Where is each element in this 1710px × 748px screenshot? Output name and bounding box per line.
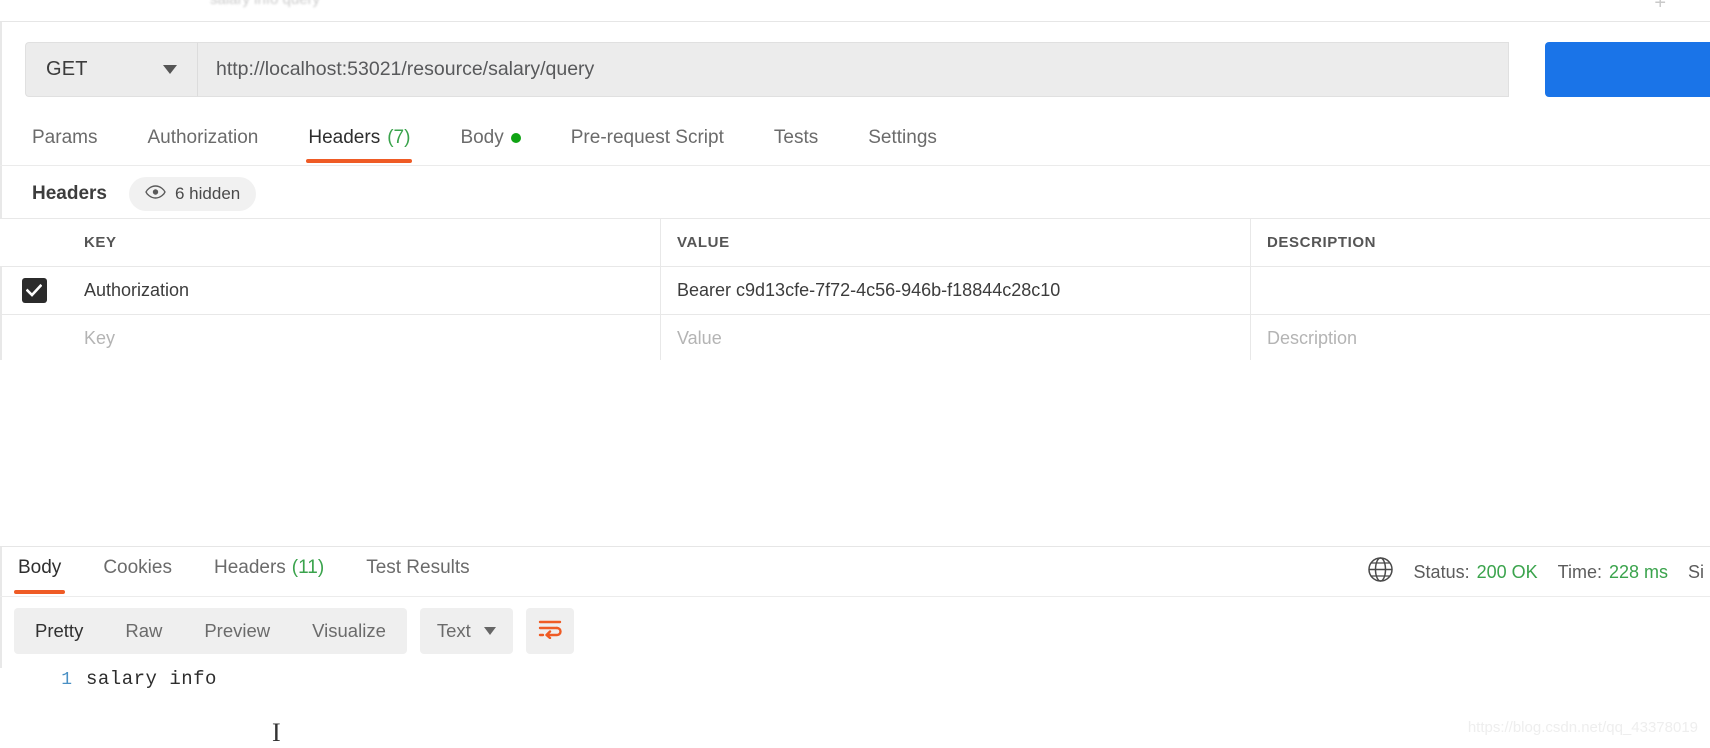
tab-tests-label: Tests xyxy=(773,126,819,148)
new-key-input[interactable]: Key xyxy=(68,315,661,362)
http-method-select[interactable]: GET xyxy=(25,42,198,97)
tab-headers-label: Headers xyxy=(308,126,381,148)
status-value: 200 OK xyxy=(1476,561,1538,582)
globe-icon[interactable] xyxy=(1367,556,1394,588)
table-row[interactable]: Key Value Description xyxy=(0,315,1710,363)
send-button[interactable] xyxy=(1545,42,1710,97)
row-key[interactable]: Authorization xyxy=(68,267,661,314)
chevron-down-icon xyxy=(163,65,177,74)
column-header-key: KEY xyxy=(68,219,661,266)
response-format-label: Text xyxy=(436,620,471,641)
word-wrap-button[interactable] xyxy=(525,608,574,654)
size-label: Si xyxy=(1688,561,1705,582)
time-label: Time: xyxy=(1557,561,1602,582)
url-bar: GET http://localhost:53021/resource/sala… xyxy=(25,42,1710,97)
response-tab-body-label: Body xyxy=(18,557,62,578)
response-tab-cookies-label: Cookies xyxy=(103,557,172,578)
row-checkbox-cell xyxy=(0,267,68,314)
tab-settings[interactable]: Settings xyxy=(866,121,939,163)
hidden-headers-toggle[interactable]: 6 hidden xyxy=(129,177,257,211)
response-body-toolbar: Pretty Raw Preview Visualize Text xyxy=(14,608,574,654)
text-cursor-icon: I xyxy=(272,718,281,747)
word-wrap-icon xyxy=(538,619,562,644)
tab-headers-count: (7) xyxy=(387,126,411,148)
headers-subheader: Headers 6 hidden xyxy=(0,170,1710,218)
headers-table: KEY VALUE DESCRIPTION Authorization Bear… xyxy=(0,218,1710,363)
column-header-value: VALUE xyxy=(661,219,1251,266)
new-description-input[interactable]: Description xyxy=(1251,315,1710,362)
hidden-headers-count: 6 hidden xyxy=(175,184,241,203)
row-checkbox[interactable] xyxy=(21,278,47,303)
view-mode-group: Pretty Raw Preview Visualize xyxy=(14,608,407,654)
response-tab-body[interactable]: Body xyxy=(14,549,66,594)
tab-params-label: Params xyxy=(32,126,98,148)
response-meta: Status: 200 OK Time: 228 ms Si xyxy=(1367,547,1710,597)
headers-empty-space xyxy=(0,360,1710,546)
postman-window: salary info query + GET http://localhost… xyxy=(0,0,1710,748)
tab-strip-label[interactable]: salary info query xyxy=(210,0,320,8)
response-tab-test-results-label: Test Results xyxy=(366,557,470,578)
size-badge: Si xyxy=(1688,562,1710,583)
response-tab-headers-label: Headers xyxy=(213,557,286,578)
request-tabs: Params Authorization Headers (7) Body Pr… xyxy=(0,118,1710,166)
body-modified-dot-icon xyxy=(510,132,521,143)
tab-tests[interactable]: Tests xyxy=(772,121,820,163)
response-body-content[interactable]: 1 salary info xyxy=(0,668,1710,748)
row-value[interactable]: Bearer c9d13cfe-7f72-4c56-946b-f18844c28… xyxy=(661,267,1251,314)
chevron-down-icon xyxy=(483,627,496,635)
view-mode-visualize[interactable]: Visualize xyxy=(291,608,407,654)
headers-title: Headers xyxy=(32,183,107,204)
watermark: https://blog.csdn.net/qq_43378019 xyxy=(1467,719,1698,736)
line-content: salary info xyxy=(86,668,217,690)
line-number: 1 xyxy=(61,670,72,690)
column-header-description: DESCRIPTION xyxy=(1267,234,1377,251)
row-description[interactable] xyxy=(1251,267,1710,314)
url-text: http://localhost:53021/resource/salary/q… xyxy=(216,58,595,80)
response-format-select[interactable]: Text xyxy=(419,608,513,654)
response-tab-headers-count: (11) xyxy=(291,557,325,578)
header-cell-checkbox xyxy=(0,219,68,266)
time-value: 228 ms xyxy=(1608,561,1668,582)
status-badge: Status: 200 OK xyxy=(1414,562,1538,583)
new-tab-icon[interactable]: + xyxy=(1654,0,1666,15)
request-tab-strip: salary info query + xyxy=(0,0,1710,22)
url-input[interactable]: http://localhost:53021/resource/salary/q… xyxy=(198,42,1509,97)
table-row[interactable]: Authorization Bearer c9d13cfe-7f72-4c56-… xyxy=(0,267,1710,315)
tab-settings-label: Settings xyxy=(868,126,937,148)
response-tab-headers[interactable]: Headers (11) xyxy=(210,549,328,594)
tab-authorization[interactable]: Authorization xyxy=(145,121,260,163)
tab-pre-request-script-label: Pre-request Script xyxy=(570,126,724,148)
view-mode-preview[interactable]: Preview xyxy=(183,608,291,654)
table-header-row: KEY VALUE DESCRIPTION xyxy=(0,219,1710,267)
view-mode-pretty[interactable]: Pretty xyxy=(14,608,104,654)
tab-headers[interactable]: Headers (7) xyxy=(306,121,413,163)
tab-body-label: Body xyxy=(460,126,504,148)
eye-icon xyxy=(145,184,166,204)
time-badge: Time: 228 ms xyxy=(1558,562,1668,583)
row-checkbox-cell xyxy=(0,315,68,362)
code-line: 1 salary info xyxy=(0,668,1710,690)
status-label: Status: xyxy=(1413,561,1470,582)
tab-body[interactable]: Body xyxy=(458,121,522,163)
new-value-input[interactable]: Value xyxy=(661,315,1251,362)
response-tab-test-results[interactable]: Test Results xyxy=(362,549,473,594)
tab-pre-request-script[interactable]: Pre-request Script xyxy=(569,121,726,163)
http-method-label: GET xyxy=(46,58,88,80)
tab-authorization-label: Authorization xyxy=(147,126,259,148)
view-mode-raw[interactable]: Raw xyxy=(104,608,183,654)
tab-params[interactable]: Params xyxy=(30,121,99,163)
response-tab-cookies[interactable]: Cookies xyxy=(99,549,176,594)
